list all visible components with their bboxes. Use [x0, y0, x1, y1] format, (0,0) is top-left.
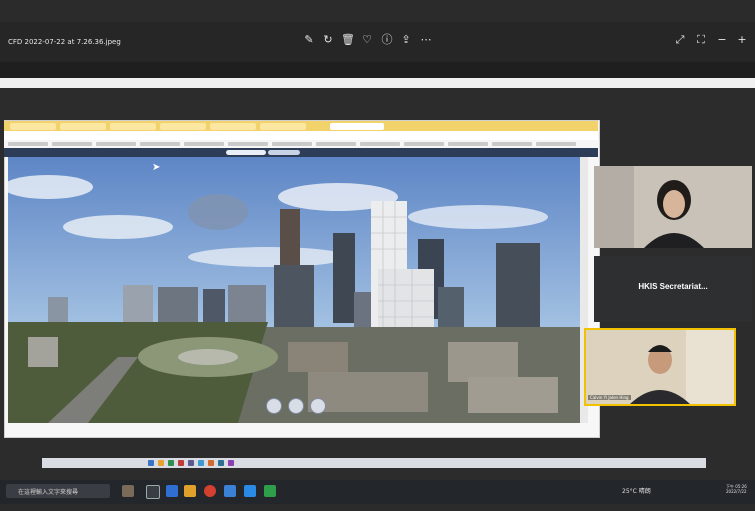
app-icon[interactable]	[208, 460, 214, 466]
delete-icon[interactable]: 🗑	[341, 34, 355, 46]
browser-tab[interactable]	[160, 123, 206, 130]
edit-icon[interactable]: ✎	[303, 34, 315, 46]
bookmark-item[interactable]	[8, 142, 48, 146]
clock-date: 2022/7/22	[726, 489, 747, 494]
heart-icon[interactable]: ♡	[361, 34, 373, 46]
expand-icon[interactable]: ⤢	[674, 34, 686, 46]
browser-tab[interactable]	[10, 123, 56, 130]
browser-tab[interactable]	[260, 123, 306, 130]
taskbar-app-icon[interactable]	[122, 485, 134, 497]
browser-tab-bar	[4, 121, 598, 131]
app-header	[4, 148, 598, 157]
bookmark-item[interactable]	[360, 142, 400, 146]
app-icon[interactable]	[178, 460, 184, 466]
bookmark-item[interactable]	[272, 142, 312, 146]
share-icon[interactable]: ⇪	[400, 34, 412, 46]
weather-temperature: 25°C	[622, 488, 637, 495]
zoom-view-icon[interactable]	[288, 398, 304, 414]
bookmark-item[interactable]	[96, 142, 136, 146]
taskbar-app-icon[interactable]	[264, 485, 276, 497]
mouse-cursor-icon: ➤	[152, 162, 161, 173]
bookmark-item[interactable]	[536, 142, 576, 146]
participant-video	[586, 330, 734, 404]
weather-condition: 晴朗	[638, 488, 651, 495]
participant-name: Calvin Yi Jalen Hing	[588, 395, 631, 400]
bookmark-item[interactable]	[448, 142, 488, 146]
bookmark-item[interactable]	[228, 142, 268, 146]
system-tray[interactable]: 25°C 晴朗	[622, 486, 651, 495]
participant-tile[interactable]	[594, 166, 752, 248]
browser-tab[interactable]	[110, 123, 156, 130]
task-view-icon[interactable]	[146, 485, 160, 499]
zoom-in-icon[interactable]: +	[736, 34, 748, 46]
taskbar-clock[interactable]: 下午 05:26 2022/7/22	[726, 484, 747, 494]
browser-tab-active[interactable]	[330, 123, 384, 130]
bookmarks-bar	[4, 140, 598, 148]
folder-icon[interactable]	[184, 485, 196, 497]
taskbar-search-placeholder: 在這裡輸入文字來搜尋	[18, 489, 79, 496]
navigate-view-icon[interactable]	[266, 398, 282, 414]
bookmark-item[interactable]	[52, 142, 92, 146]
app-icon[interactable]	[228, 460, 234, 466]
rotate-icon[interactable]: ↻	[322, 34, 334, 46]
fullscreen-icon[interactable]: ⛶	[695, 34, 707, 46]
browser-tab[interactable]	[210, 123, 256, 130]
taskbar-app-icon[interactable]	[166, 485, 178, 497]
app-icon[interactable]	[198, 460, 204, 466]
taskbar-app-icon[interactable]	[224, 485, 236, 497]
chrome-icon[interactable]	[204, 485, 216, 497]
participant-video	[594, 166, 752, 248]
app-icon[interactable]	[218, 460, 224, 466]
browser-tab[interactable]	[60, 123, 106, 130]
orbit-view-icon[interactable]	[310, 398, 326, 414]
city-3d-view[interactable]	[8, 157, 580, 423]
taskbar-app-icon[interactable]	[244, 485, 256, 497]
photo-light-strip	[0, 78, 755, 88]
app-icon[interactable]	[168, 460, 174, 466]
more-icon[interactable]: ⋯	[420, 34, 432, 46]
participant-label: HKIS Secretariat...	[638, 282, 708, 291]
shared-screen-taskbar	[42, 458, 706, 468]
app-icon[interactable]	[188, 460, 194, 466]
app-icon[interactable]	[148, 460, 154, 466]
info-icon[interactable]: ⓘ	[381, 34, 393, 46]
bookmark-item[interactable]	[404, 142, 444, 146]
app-search-field[interactable]	[226, 150, 266, 155]
bookmark-item[interactable]	[316, 142, 356, 146]
viewer-title: CFD 2022-07-22 at 7.26.36.jpeg	[8, 38, 121, 46]
bookmark-item[interactable]	[140, 142, 180, 146]
bookmark-item[interactable]	[492, 142, 532, 146]
bookmark-item[interactable]	[184, 142, 224, 146]
app-icon[interactable]	[158, 460, 164, 466]
zoom-out-icon[interactable]: −	[716, 34, 728, 46]
app-filter-field[interactable]	[268, 150, 300, 155]
